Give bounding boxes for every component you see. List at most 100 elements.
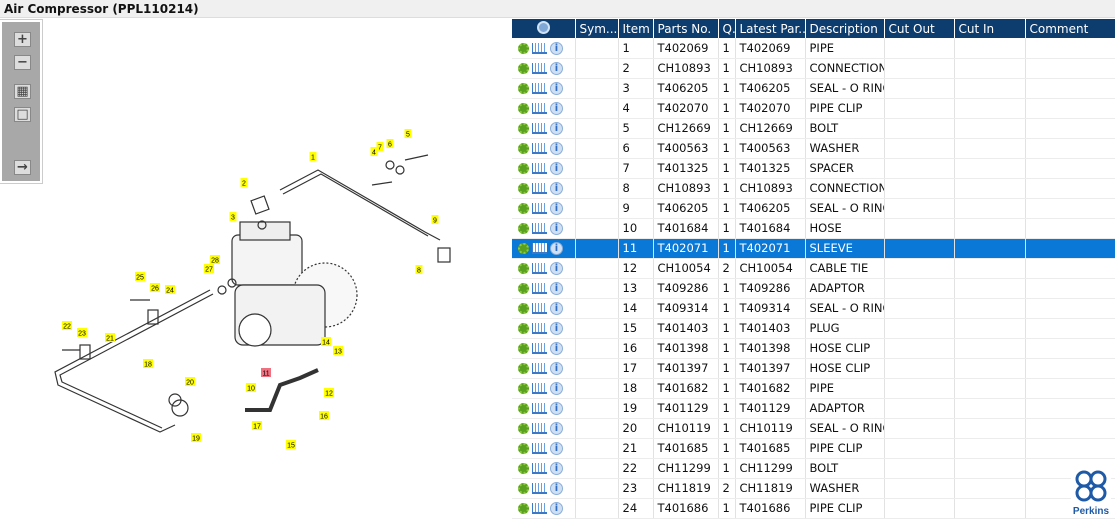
gear-icon[interactable] xyxy=(518,283,529,294)
table-row[interactable]: i 16 T401398 1 T401398 HOSE CLIP xyxy=(512,338,1115,359)
info-icon[interactable]: i xyxy=(550,442,563,455)
gear-icon[interactable] xyxy=(518,243,529,254)
table-row[interactable]: i 11 T402071 1 T402071 SLEEVE xyxy=(512,238,1115,259)
callout-5[interactable]: 5 xyxy=(404,129,412,139)
gear-icon[interactable] xyxy=(518,143,529,154)
table-row[interactable]: i 21 T401685 1 T401685 PIPE CLIP xyxy=(512,438,1115,459)
callout-4[interactable]: 4 xyxy=(370,147,378,157)
callout-11[interactable]: 11 xyxy=(261,368,271,378)
cart-icon[interactable] xyxy=(532,42,547,54)
info-icon[interactable]: i xyxy=(550,342,563,355)
export-button[interactable]: → xyxy=(14,160,31,175)
gear-icon[interactable] xyxy=(518,183,529,194)
column-header[interactable]: Parts No. xyxy=(653,19,719,38)
info-icon[interactable]: i xyxy=(550,382,563,395)
callout-8[interactable]: 8 xyxy=(415,265,423,275)
cart-icon[interactable] xyxy=(532,503,547,514)
cart-icon[interactable] xyxy=(532,423,547,434)
table-row[interactable]: i 24 T401686 1 T401686 PIPE CLIP xyxy=(512,498,1115,519)
cart-icon[interactable] xyxy=(532,83,547,94)
callout-2[interactable]: 2 xyxy=(240,178,248,188)
callout-14[interactable]: 14 xyxy=(321,337,331,347)
gear-icon[interactable] xyxy=(518,363,529,374)
table-row[interactable]: i 22 CH11299 1 CH11299 BOLT xyxy=(512,458,1115,479)
table-row[interactable]: i 9 T406205 1 T406205 SEAL - O RING xyxy=(512,198,1115,219)
gear-icon[interactable] xyxy=(518,123,529,134)
callout-25[interactable]: 25 xyxy=(135,272,145,282)
callout-15[interactable]: 15 xyxy=(286,440,296,450)
table-row[interactable]: i 17 T401397 1 T401397 HOSE CLIP xyxy=(512,358,1115,379)
table-row[interactable]: i 19 T401129 1 T401129 ADAPTOR xyxy=(512,398,1115,419)
info-icon[interactable]: i xyxy=(550,202,563,215)
cart-icon[interactable] xyxy=(532,123,547,134)
info-icon[interactable]: i xyxy=(550,242,563,255)
table-row[interactable]: i 23 CH11819 2 CH11819 WASHER xyxy=(512,478,1115,499)
callout-12[interactable]: 12 xyxy=(324,388,334,398)
callout-24[interactable]: 24 xyxy=(165,285,175,295)
gear-icon[interactable] xyxy=(518,323,529,334)
gear-icon[interactable] xyxy=(518,83,529,94)
cart-icon[interactable] xyxy=(532,143,547,154)
column-header[interactable]: Q. xyxy=(718,19,736,38)
table-row[interactable]: i 4 T402070 1 T402070 PIPE CLIP xyxy=(512,98,1115,119)
info-icon[interactable]: i xyxy=(550,62,563,75)
callout-23[interactable]: 23 xyxy=(77,328,87,338)
gear-icon[interactable] xyxy=(518,103,529,114)
cart-icon[interactable] xyxy=(532,403,547,414)
info-icon[interactable]: i xyxy=(550,482,563,495)
cart-icon[interactable] xyxy=(532,303,547,314)
cart-icon[interactable] xyxy=(532,443,547,454)
cart-icon[interactable] xyxy=(532,363,547,374)
fit-to-window-button[interactable]: ▦ xyxy=(14,84,31,99)
callout-1[interactable]: 1 xyxy=(309,152,317,162)
callout-7[interactable]: 7 xyxy=(376,142,384,152)
cart-icon[interactable] xyxy=(532,263,547,274)
table-row[interactable]: i 20 CH10119 1 CH10119 SEAL - O RING xyxy=(512,418,1115,439)
info-icon[interactable]: i xyxy=(550,462,563,475)
gear-icon[interactable] xyxy=(518,383,529,394)
info-icon[interactable]: i xyxy=(550,322,563,335)
column-header-actions[interactable] xyxy=(512,19,576,38)
info-icon[interactable]: i xyxy=(550,102,563,115)
callout-27[interactable]: 27 xyxy=(204,264,214,274)
cart-icon[interactable] xyxy=(532,183,547,194)
info-icon[interactable]: i xyxy=(550,422,563,435)
cart-icon[interactable] xyxy=(532,323,547,334)
column-header[interactable]: Cut Out xyxy=(884,19,955,38)
gear-icon[interactable] xyxy=(518,223,529,234)
info-icon[interactable]: i xyxy=(550,402,563,415)
column-header[interactable]: Latest Par... xyxy=(735,19,806,38)
info-icon[interactable]: i xyxy=(550,41,563,55)
column-header[interactable]: Comment xyxy=(1025,19,1115,38)
table-row[interactable]: i 3 T406205 1 T406205 SEAL - O RING xyxy=(512,78,1115,99)
gear-icon[interactable] xyxy=(518,483,529,494)
info-icon[interactable]: i xyxy=(550,162,563,175)
exploded-parts-diagram[interactable]: 1234567891011121314151617181920212223242… xyxy=(0,20,510,519)
callout-18[interactable]: 18 xyxy=(143,359,153,369)
callout-9[interactable]: 9 xyxy=(431,215,439,225)
column-header[interactable]: Sym... xyxy=(575,19,619,38)
cart-icon[interactable] xyxy=(532,103,547,114)
column-header[interactable]: Description xyxy=(805,19,885,38)
column-header[interactable]: Cut In xyxy=(954,19,1026,38)
cart-icon[interactable] xyxy=(532,483,547,494)
callout-21[interactable]: 21 xyxy=(105,333,115,343)
table-row[interactable]: i 18 T401682 1 T401682 PIPE xyxy=(512,378,1115,399)
info-icon[interactable]: i xyxy=(550,362,563,375)
info-icon[interactable]: i xyxy=(550,262,563,275)
table-row[interactable]: i 13 T409286 1 T409286 ADAPTOR xyxy=(512,278,1115,299)
callout-13[interactable]: 13 xyxy=(333,346,343,356)
callout-20[interactable]: 20 xyxy=(185,377,195,387)
gear-icon[interactable] xyxy=(518,403,529,414)
zoom-in-button[interactable]: + xyxy=(14,32,31,47)
info-icon[interactable]: i xyxy=(550,222,563,235)
search-icon[interactable] xyxy=(536,20,550,34)
cart-icon[interactable] xyxy=(532,383,547,394)
cart-icon[interactable] xyxy=(532,223,547,234)
cart-icon[interactable] xyxy=(532,463,547,474)
gear-icon[interactable] xyxy=(518,443,529,454)
gear-icon[interactable] xyxy=(518,303,529,314)
info-icon[interactable]: i xyxy=(550,82,563,95)
table-row[interactable]: i 1 T402069 1 T402069 PIPE xyxy=(512,38,1115,59)
gear-icon[interactable] xyxy=(518,423,529,434)
